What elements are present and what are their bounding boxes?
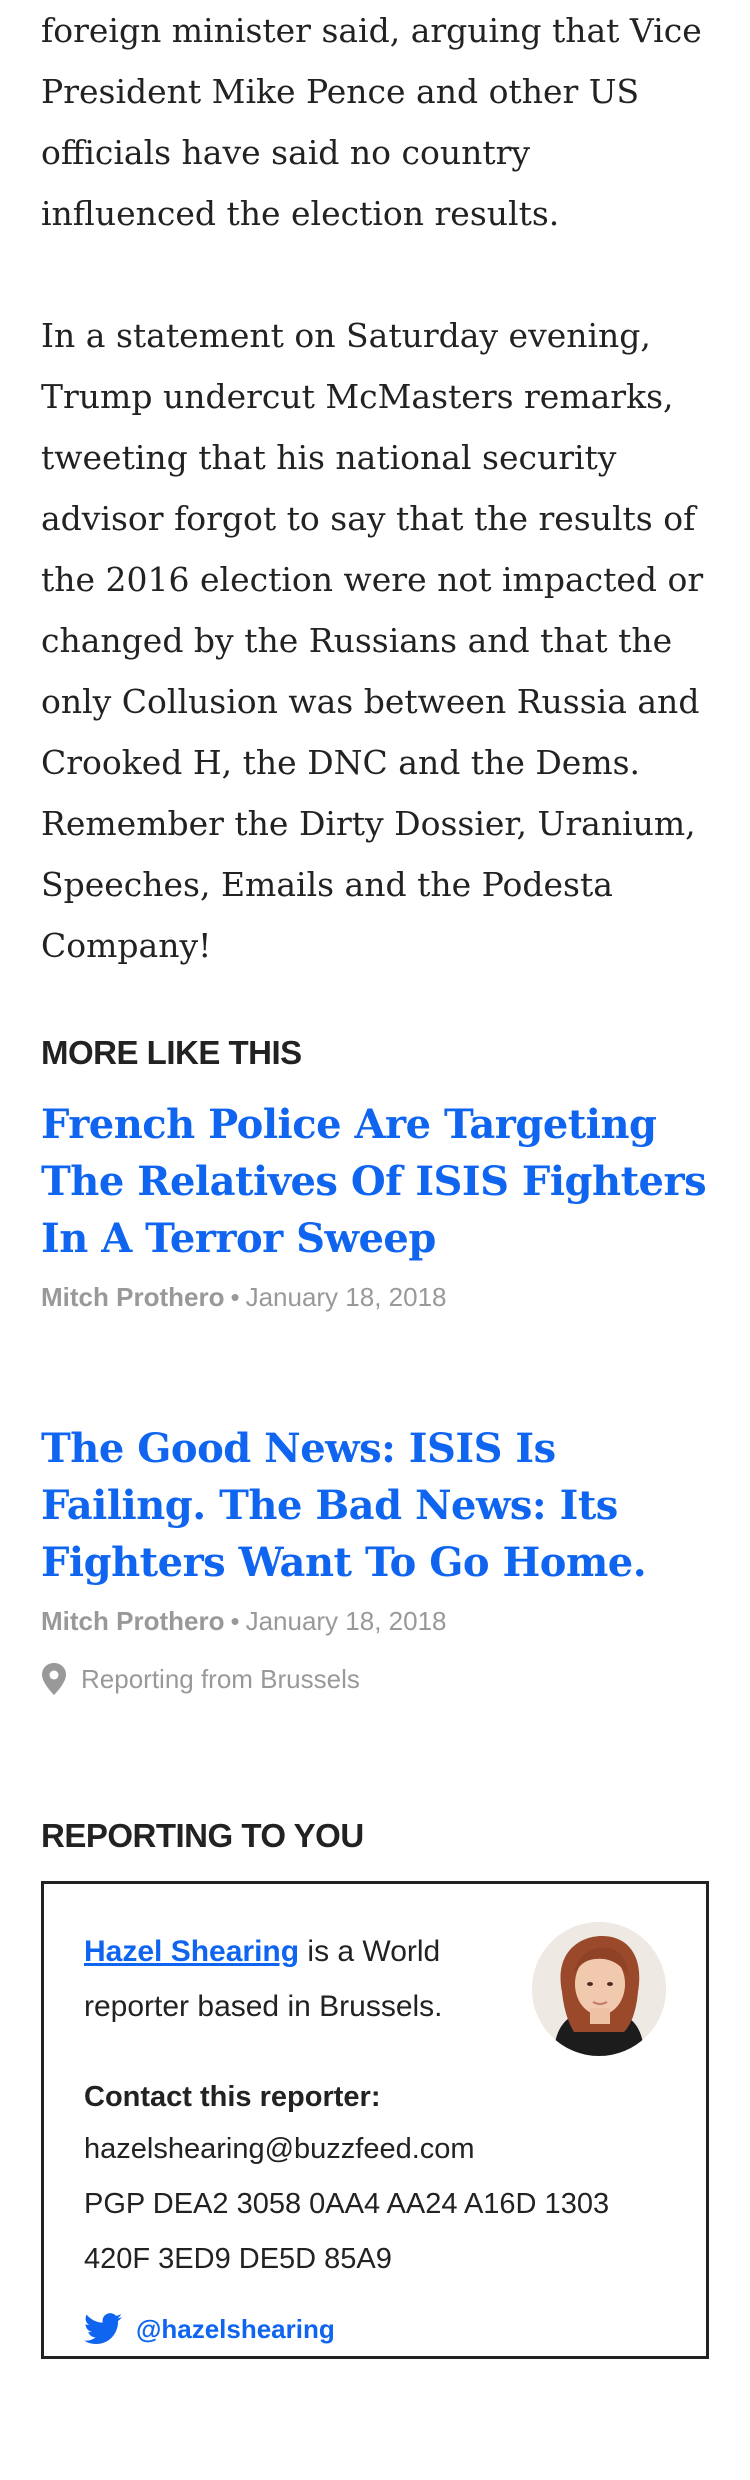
related-story: The Good News: ISIS Is Failing. The Bad … [0,1420,750,1697]
article-paragraph: foreign minister said, arguing that Vice… [41,11,702,233]
related-story: French Police Are Targeting The Relative… [0,1096,750,1315]
story-byline: Mitch Prothero • January 18, 2018 [41,1279,709,1315]
story-byline: Mitch Prothero • January 18, 2018 [41,1603,709,1639]
story-author[interactable]: Mitch Prothero [41,1282,224,1312]
article-body: foreign minister said, arguing that Vice… [0,0,750,976]
contact-label: Contact this reporter: [84,2081,381,2113]
map-pin-icon [42,1663,66,1695]
story-author[interactable]: Mitch Prothero [41,1606,224,1636]
reporter-card: Hazel Shearing is a World reporter based… [41,1881,709,2359]
byline-separator: • [230,1282,240,1312]
twitter-bird-icon [84,2313,122,2345]
story-date: January 18, 2018 [245,1282,447,1312]
reporting-to-you-heading: REPORTING TO YOU [41,1817,364,1854]
reporter-name-link[interactable]: Hazel Shearing [84,1935,299,1968]
twitter-handle[interactable]: @hazelshearing [136,2314,335,2345]
page: foreign minister said, arguing that Vice… [0,0,750,2480]
story-date: January 18, 2018 [245,1606,447,1636]
related-story-title-link[interactable]: French Police Are Targeting The Relative… [41,1096,709,1267]
related-story-title-link[interactable]: The Good News: ISIS Is Failing. The Bad … [41,1420,709,1591]
twitter-link[interactable]: @hazelshearing [84,2313,666,2345]
pgp-key-line: PGP DEA2 3058 0AA4 AA24 A16D 1303 [84,2188,610,2220]
article-paragraph: In a statement on Saturday evening, Trum… [41,316,704,965]
more-like-this-heading: MORE LIKE THIS [41,1034,302,1071]
avatar [532,1922,666,2056]
reporter-email[interactable]: hazelshearing@buzzfeed.com [84,2122,666,2177]
story-location: Reporting from Brussels [41,1661,709,1697]
story-location-text: Reporting from Brussels [81,1664,360,1694]
byline-separator: • [230,1606,240,1636]
reporter-portrait-image [532,1922,666,2056]
reporter-intro: Hazel Shearing is a World reporter based… [84,1924,504,2034]
pgp-key-line: 420F 3ED9 DE5D 85A9 [84,2243,392,2275]
